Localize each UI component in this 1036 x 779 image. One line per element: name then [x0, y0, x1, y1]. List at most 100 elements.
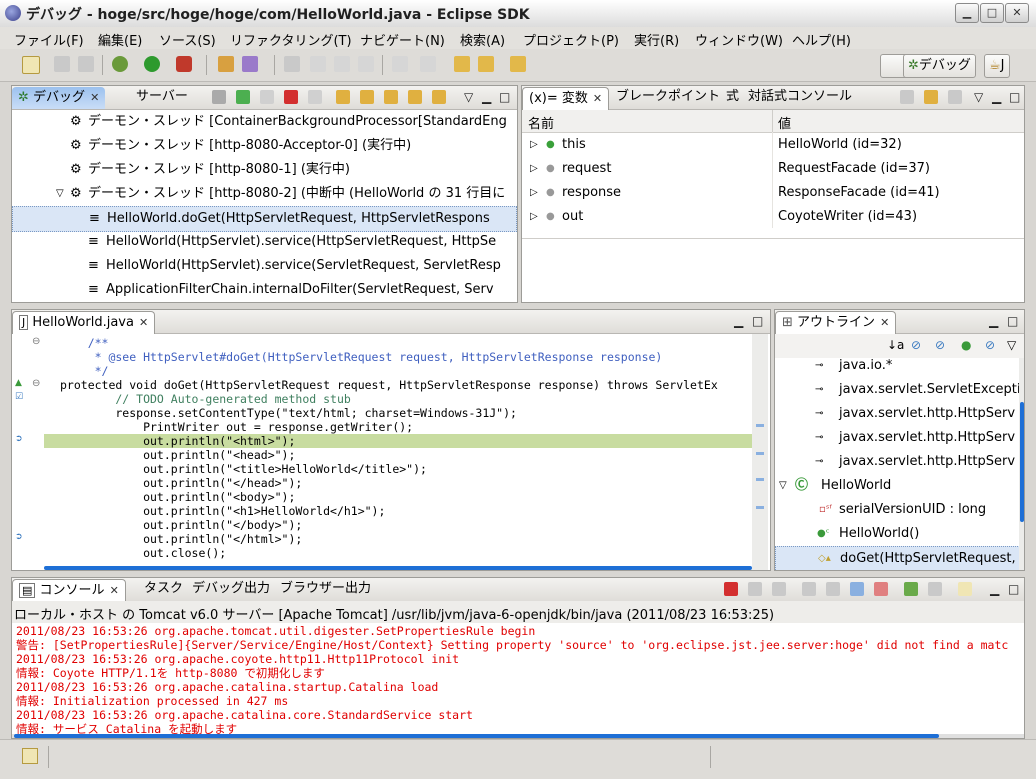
show-whitespace-icon[interactable] — [334, 56, 350, 72]
last-edit-icon[interactable] — [454, 56, 470, 72]
table-row[interactable]: ▷ ● request RequestFacade (id=37) — [522, 157, 1024, 181]
new-icon[interactable] — [22, 56, 40, 74]
column-header-value[interactable]: 値 — [778, 113, 791, 132]
tab-helloworld-java[interactable]: J HelloWorld.java ✕ — [12, 311, 156, 334]
maximize-button[interactable]: □ — [980, 3, 1004, 23]
tab-interactive-console[interactable]: 対話式コンソール — [742, 86, 858, 108]
collapse-all-icon[interactable] — [948, 90, 962, 104]
console-horizontal-scrollbar[interactable] — [14, 734, 939, 738]
hide-local-types-icon[interactable]: ⊘ — [985, 338, 995, 352]
expand-chevron-icon[interactable]: ▷ — [530, 157, 538, 181]
next-annotation-icon[interactable] — [392, 56, 408, 72]
hide-static-icon[interactable]: ⊘ — [935, 338, 945, 352]
remove-terminated-icon[interactable] — [212, 90, 226, 104]
list-item[interactable]: ≡ HelloWorld(HttpServlet).service(Servlet… — [12, 254, 517, 278]
forward-icon[interactable] — [510, 56, 526, 72]
list-item[interactable]: ▽ ⚙ デーモン・スレッド [http-8080-2] (中断中 (HelloWor… — [12, 182, 517, 206]
step-into-icon[interactable] — [336, 90, 350, 104]
perspective-java[interactable]: ☕J — [984, 54, 1010, 78]
menu-search[interactable]: 検索(A) — [460, 30, 505, 49]
fast-view-icon[interactable] — [22, 748, 38, 764]
terminate-icon[interactable] — [724, 582, 738, 596]
expand-chevron-icon[interactable]: ▷ — [530, 133, 538, 157]
list-item[interactable]: ⊸ javax.servlet.http.HttpServ — [775, 450, 1024, 474]
expand-chevron-icon[interactable]: ▽ — [779, 474, 787, 498]
menu-project[interactable]: プロジェクト(P) — [523, 30, 619, 49]
table-row[interactable]: ▷ ● this HelloWorld (id=32) — [522, 133, 1024, 157]
list-item[interactable]: ⊸ javax.servlet.http.HttpServ — [775, 402, 1024, 426]
menu-navigate[interactable]: ナビゲート(N) — [360, 30, 445, 49]
resume-icon[interactable] — [236, 90, 250, 104]
table-row[interactable]: ▷ ● out CoyoteWriter (id=43) — [522, 205, 1024, 229]
expand-chevron-icon[interactable]: ▷ — [530, 181, 538, 205]
list-item[interactable]: ⚙ デーモン・スレッド [http-8080-1] (実行中) — [12, 158, 517, 182]
use-step-filters-icon[interactable] — [432, 90, 446, 104]
minimize-button[interactable]: ▁ — [955, 3, 979, 23]
search-tool-icon[interactable] — [242, 56, 258, 72]
close-icon[interactable]: ✕ — [90, 91, 99, 104]
minimize-view-icon[interactable]: ▁ — [992, 90, 1001, 104]
show-type-names-icon[interactable] — [900, 90, 914, 104]
tab-servers[interactable]: サーバー — [130, 86, 194, 108]
menu-window[interactable]: ウィンドウ(W) — [695, 30, 783, 49]
list-item[interactable]: ≡ HelloWorld(HttpServlet).service(HttpSer… — [12, 230, 517, 254]
maximize-view-icon[interactable]: □ — [499, 90, 510, 104]
list-item[interactable]: ⊸ javax.servlet.ServletExcepti — [775, 378, 1024, 402]
menu-refactor[interactable]: リファクタリング(T) — [230, 30, 352, 49]
maximize-view-icon[interactable]: □ — [752, 314, 763, 328]
minimize-view-icon[interactable]: ▁ — [990, 582, 999, 596]
toggle-mark-icon[interactable] — [284, 56, 300, 72]
show-console-stderr-icon[interactable] — [874, 582, 888, 596]
suspend-icon[interactable] — [260, 90, 274, 104]
list-item[interactable]: ▫ˢᶠ serialVersionUID : long — [775, 498, 1024, 522]
pin-console-icon[interactable] — [904, 582, 918, 596]
maximize-view-icon[interactable]: □ — [1009, 90, 1020, 104]
list-item[interactable]: ◇▴ doGet(HttpServletRequest, — [775, 546, 1024, 570]
tab-browser-output[interactable]: ブラウザー出力 — [274, 578, 377, 600]
view-menu-icon[interactable]: ▽ — [974, 90, 983, 104]
list-item[interactable]: ⊸ javax.servlet.http.HttpServ — [775, 426, 1024, 450]
show-logical-structure-icon[interactable] — [924, 90, 938, 104]
menu-run[interactable]: 実行(R) — [634, 30, 679, 49]
minimize-view-icon[interactable]: ▁ — [734, 314, 743, 328]
expand-chevron-icon[interactable]: ▷ — [530, 205, 538, 229]
menu-source[interactable]: ソース(S) — [159, 30, 216, 49]
menu-file[interactable]: ファイル(F) — [14, 30, 84, 49]
block-select-icon[interactable] — [358, 56, 374, 72]
terminate-icon[interactable] — [284, 90, 298, 104]
open-console-icon[interactable] — [958, 582, 972, 596]
scroll-lock-icon[interactable] — [826, 582, 840, 596]
sort-icon[interactable]: ↓a — [887, 338, 904, 352]
step-return-icon[interactable] — [384, 90, 398, 104]
list-item[interactable]: ▽ Ⓒ HelloWorld — [775, 474, 1024, 498]
maximize-view-icon[interactable]: □ — [1008, 582, 1019, 596]
table-row[interactable]: ▷ ● response ResponseFacade (id=41) — [522, 181, 1024, 205]
clear-console-icon[interactable] — [802, 582, 816, 596]
remove-all-terminated-icon[interactable] — [772, 582, 786, 596]
disconnect-icon[interactable] — [308, 90, 322, 104]
step-over-icon[interactable] — [360, 90, 374, 104]
fold-icon[interactable]: ⊖ — [32, 378, 40, 389]
tab-debug[interactable]: ✲ デバッグ ✕ — [12, 87, 106, 109]
tab-variables[interactable]: (x)= 変数 ✕ — [522, 87, 610, 110]
run-icon[interactable] — [144, 56, 160, 72]
close-icon[interactable]: ✕ — [593, 92, 602, 105]
close-icon[interactable]: ✕ — [110, 584, 119, 597]
drop-to-frame-icon[interactable] — [408, 90, 422, 104]
minimize-view-icon[interactable]: ▁ — [989, 314, 998, 328]
tab-console[interactable]: ▤ コンソール ✕ — [12, 579, 126, 602]
menu-help[interactable]: ヘルプ(H) — [792, 30, 851, 49]
list-item[interactable]: ⚙ デーモン・スレッド [http-8080-Acceptor-0] (実行中) — [12, 134, 517, 158]
tab-tasks[interactable]: タスク — [138, 578, 189, 600]
remove-launch-icon[interactable] — [748, 582, 762, 596]
perspective-debug[interactable]: ✲デバッグ — [903, 54, 976, 78]
external-tools-icon[interactable] — [176, 56, 192, 72]
list-item[interactable]: ≡ HelloWorld.doGet(HttpServletRequest, Ht… — [12, 206, 517, 232]
annotation-icon[interactable] — [310, 56, 326, 72]
expand-chevron-icon[interactable]: ▽ — [56, 182, 64, 206]
hide-non-public-icon[interactable]: ● — [961, 338, 971, 352]
list-item[interactable]: ●ᶜ HelloWorld() — [775, 522, 1024, 546]
view-menu-icon[interactable]: ▽ — [464, 90, 473, 104]
list-item[interactable]: ⚙ デーモン・スレッド [ContainerBackgroundProcessor… — [12, 110, 517, 134]
hide-fields-icon[interactable]: ⊘ — [911, 338, 921, 352]
